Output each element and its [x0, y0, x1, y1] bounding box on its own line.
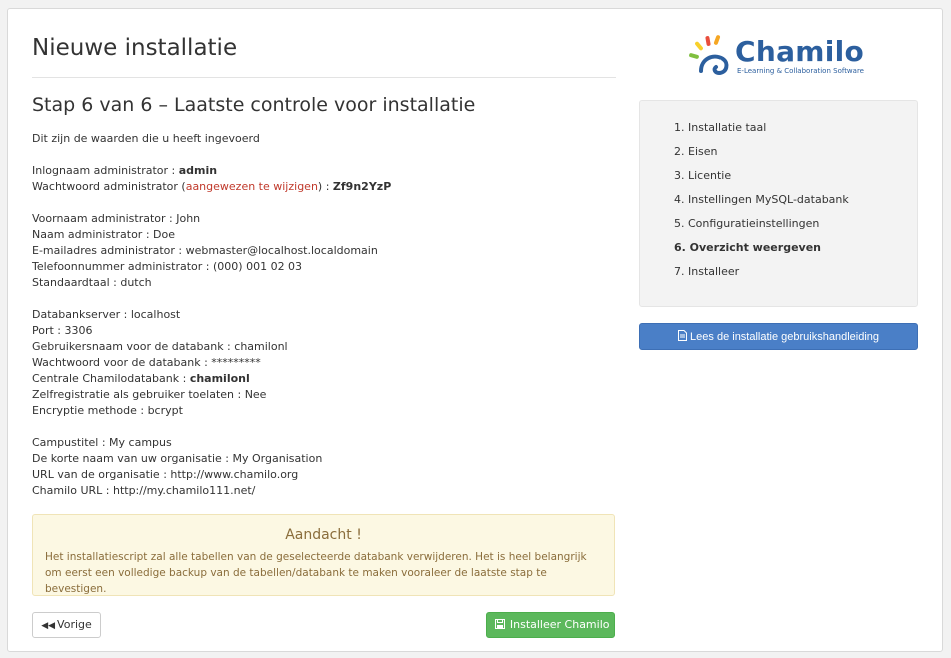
step-item: 5. Configuratieinstellingen [674, 217, 820, 230]
admin-login: Inlognaam administrator : admin [32, 164, 218, 177]
step-item: 7. Installeer [674, 265, 740, 278]
logo-tagline: E-Learning & Collaboration Software [737, 67, 864, 75]
manual-button[interactable]: Lees de installatie gebruikshandleiding [639, 323, 918, 350]
step-title: Stap 6 van 6 – Laatste controle voor ins… [32, 94, 476, 116]
db-server: Databankserver : localhost [32, 308, 181, 321]
step-item: 2. Eisen [674, 145, 718, 158]
db-main: Centrale Chamilodatabank : chamilonl [32, 372, 250, 385]
step-item: 1. Installatie taal [674, 121, 767, 134]
chamilo-logo: Chamilo E-Learning & Collaboration Softw… [689, 33, 869, 77]
db-port: Port : 3306 [32, 324, 93, 337]
previous-button[interactable]: ◀◀ Vorige [32, 612, 101, 638]
summary-values: Dit zijn de waarden die u heeft ingevoer… [32, 131, 616, 499]
step-item: 6. Overzicht weergeven [674, 241, 821, 254]
org-short-name: De korte naam van uw organisatie : My Or… [32, 452, 323, 465]
intro-text: Dit zijn de waarden die u heeft ingevoer… [32, 132, 260, 145]
steps-panel: 1. Installatie taal 2. Eisen 3. Licentie 4.… [639, 100, 918, 307]
page-title: Nieuwe installatie [32, 35, 238, 61]
default-language: Standaardtaal : dutch [32, 276, 152, 289]
document-icon [677, 330, 690, 343]
self-registration: Zelfregistratie als gebruiker toelaten :… [32, 388, 267, 401]
admin-email: E-mailadres administrator : webmaster@lo… [32, 244, 378, 257]
admin-phone: Telefoonnummer administrator : (000) 001… [32, 260, 303, 273]
backward-icon: ◀◀ [41, 621, 56, 631]
org-url: URL van de organisatie : http://www.cham… [32, 468, 299, 481]
install-panel: Nieuwe installatie Stap 6 van 6 – Laatst… [7, 8, 943, 652]
save-icon [495, 619, 508, 631]
db-user: Gebruikersnaam voor de databank : chamil… [32, 340, 288, 353]
step-item: 3. Licentie [674, 169, 732, 182]
db-password: Wachtwoord voor de databank : ********* [32, 356, 261, 369]
chamilo-logo-icon [689, 35, 729, 76]
chamilo-url: Chamilo URL : http://my.chamilo111.net/ [32, 484, 256, 497]
title-divider [32, 77, 616, 78]
step-item: 4. Instellingen MySQL-databank [674, 193, 849, 206]
admin-lastname: Naam administrator : Doe [32, 228, 175, 241]
encryption-method: Encryptie methode : bcrypt [32, 404, 183, 417]
admin-firstname: Voornaam administrator : John [32, 212, 201, 225]
change-password-link[interactable]: aangewezen te wijzigen [186, 180, 318, 193]
install-button[interactable]: Installeer Chamilo [486, 612, 615, 638]
alert-title: Aandacht ! [285, 527, 362, 543]
alert-text: Het installatiescript zal alle tabellen … [45, 551, 587, 595]
admin-password: Wachtwoord administrator (aangewezen te … [32, 180, 392, 193]
steps-list: 1. Installatie taal 2. Eisen 3. Licentie 4.… [674, 119, 849, 287]
warning-alert: Aandacht ! Het installatiescript zal all… [32, 514, 615, 596]
campus-title: Campustitel : My campus [32, 436, 172, 449]
logo-name: Chamilo [735, 35, 865, 68]
